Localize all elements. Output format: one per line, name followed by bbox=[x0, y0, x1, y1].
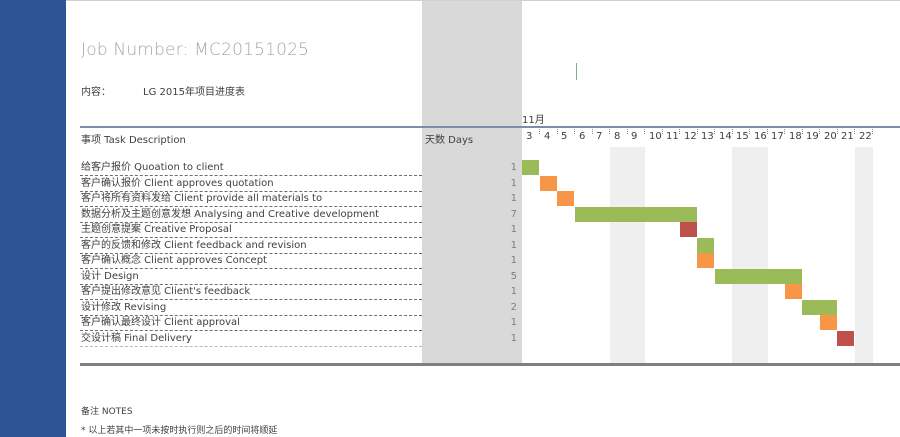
day-tick bbox=[732, 129, 733, 134]
gantt-bar bbox=[802, 300, 837, 315]
day-number-label: 8 bbox=[614, 131, 621, 142]
text-cursor bbox=[576, 63, 577, 80]
gantt-bar bbox=[837, 331, 854, 346]
day-tick bbox=[749, 129, 750, 134]
day-number-label: 4 bbox=[544, 131, 551, 142]
content-value: LG 2015年项目进度表 bbox=[143, 87, 245, 98]
day-tick bbox=[644, 129, 645, 134]
header-divider bbox=[80, 126, 900, 128]
notes-title: 备注 NOTES bbox=[81, 407, 133, 417]
bottom-divider bbox=[80, 363, 900, 366]
weekend-column bbox=[610, 147, 628, 363]
day-number-label: 6 bbox=[579, 131, 586, 142]
day-number-label: 22 bbox=[859, 131, 872, 142]
day-number-label: 20 bbox=[824, 131, 837, 142]
task-days-value: 1 bbox=[510, 193, 517, 204]
task-row-label: 客户确认最终设计 Client approval bbox=[81, 317, 240, 328]
content-label: 内容： bbox=[81, 87, 111, 98]
top-border bbox=[66, 0, 900, 1]
day-tick bbox=[609, 129, 610, 134]
task-days-value: 1 bbox=[510, 286, 517, 297]
day-tick bbox=[574, 129, 575, 134]
task-days-value: 1 bbox=[510, 255, 517, 266]
day-number-label: 19 bbox=[806, 131, 819, 142]
day-number-label: 15 bbox=[736, 131, 749, 142]
task-row-label: 数据分析及主题创意发想 Analysing and Creative devel… bbox=[81, 209, 380, 220]
task-row-label: 主题创意提案 Creative Proposal bbox=[81, 224, 232, 235]
task-days-value: 2 bbox=[510, 302, 517, 313]
left-sidebar-strip bbox=[0, 0, 66, 437]
day-number-label: 3 bbox=[526, 131, 533, 142]
day-number-label: 17 bbox=[771, 131, 784, 142]
task-days-value: 1 bbox=[510, 333, 517, 344]
day-tick bbox=[819, 129, 820, 134]
weekend-column bbox=[855, 147, 873, 363]
weekend-column bbox=[750, 147, 768, 363]
weekend-column bbox=[627, 147, 645, 363]
task-row-label: 客户将所有资料发给 Client provide all materials t… bbox=[81, 193, 323, 204]
task-days-value: 1 bbox=[510, 240, 517, 251]
day-tick bbox=[627, 129, 628, 134]
task-days-value: 5 bbox=[510, 271, 517, 282]
day-number-label: 7 bbox=[596, 131, 603, 142]
day-tick bbox=[767, 129, 768, 134]
day-tick bbox=[837, 129, 838, 134]
gantt-bar bbox=[575, 207, 697, 222]
task-row-label: 客户的反馈和修改 Client feedback and revision bbox=[81, 240, 307, 251]
gantt-bar bbox=[785, 284, 802, 299]
day-number-label: 18 bbox=[789, 131, 802, 142]
task-row-label: 设计修改 Revising bbox=[81, 302, 167, 313]
weekend-column bbox=[732, 147, 750, 363]
task-row-label: 设计 Design bbox=[81, 271, 139, 282]
note-line: * 以上若其中一项未按时执行则之后的时间将顺延 bbox=[81, 426, 278, 436]
gantt-bar bbox=[680, 222, 697, 237]
day-number-label: 14 bbox=[719, 131, 732, 142]
gantt-bar bbox=[697, 238, 714, 253]
day-tick bbox=[539, 129, 540, 134]
day-number-label: 11 bbox=[666, 131, 679, 142]
gantt-bar bbox=[715, 269, 802, 284]
day-tick bbox=[697, 129, 698, 134]
day-tick bbox=[872, 129, 873, 134]
row-separator bbox=[80, 346, 422, 347]
task-days-value: 7 bbox=[510, 209, 517, 220]
day-tick bbox=[662, 129, 663, 134]
day-number-label: 5 bbox=[561, 131, 568, 142]
task-days-value: 1 bbox=[510, 224, 517, 235]
task-row-label: 给客户报价 Quoation to client bbox=[81, 162, 224, 173]
gantt-bar bbox=[540, 176, 557, 191]
day-tick bbox=[557, 129, 558, 134]
day-number-label: 9 bbox=[631, 131, 638, 142]
task-description-header: 事项 Task Description bbox=[81, 135, 186, 146]
gantt-bar bbox=[522, 160, 539, 175]
month-label: 11月 bbox=[522, 115, 545, 126]
day-tick bbox=[854, 129, 855, 134]
day-number-label: 12 bbox=[684, 131, 697, 142]
day-tick bbox=[802, 129, 803, 134]
job-number-title: Job Number: MC20151025 bbox=[81, 40, 310, 60]
day-tick bbox=[714, 129, 715, 134]
day-tick bbox=[679, 129, 680, 134]
task-row-label: 交设计稿 Final Delivery bbox=[81, 333, 192, 344]
task-row-label: 客户提出修改意见 Client's feedback bbox=[81, 286, 251, 297]
day-tick bbox=[784, 129, 785, 134]
day-number-label: 13 bbox=[701, 131, 714, 142]
days-header: 天数 Days bbox=[425, 135, 474, 146]
day-number-label: 16 bbox=[754, 131, 767, 142]
task-days-value: 1 bbox=[510, 317, 517, 328]
gantt-bar bbox=[697, 253, 714, 268]
day-number-label: 21 bbox=[841, 131, 854, 142]
day-number-label: 10 bbox=[649, 131, 662, 142]
gantt-bar bbox=[557, 191, 574, 206]
task-days-value: 1 bbox=[510, 178, 517, 189]
day-tick bbox=[592, 129, 593, 134]
gantt-bar bbox=[820, 315, 837, 330]
task-row-label: 客户确认概念 Client approves Concept bbox=[81, 255, 267, 266]
task-row-label: 客户确认报价 Client approves quotation bbox=[81, 178, 274, 189]
task-days-value: 1 bbox=[510, 162, 517, 173]
